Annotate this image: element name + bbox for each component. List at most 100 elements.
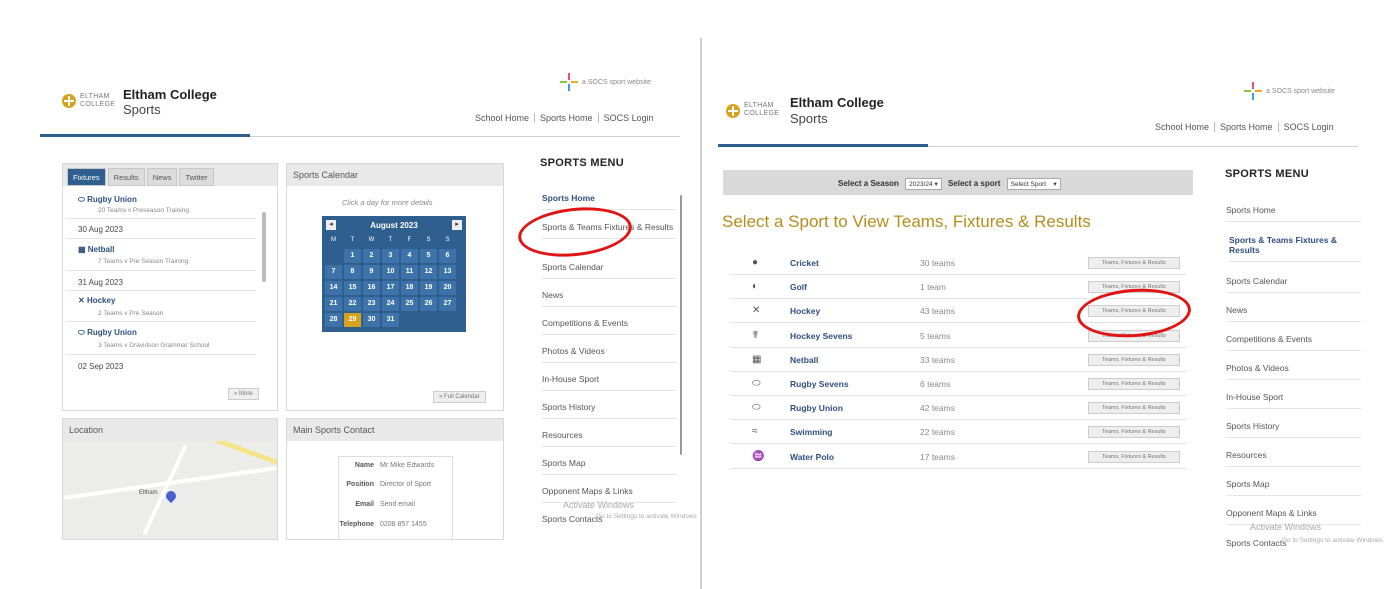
site-title[interactable]: Eltham College xyxy=(790,95,884,110)
sports-home-link[interactable]: Sports Home xyxy=(1215,122,1279,132)
next-month-icon[interactable]: ▸ xyxy=(452,220,462,230)
teams-fixtures-results-button[interactable]: Teams, Fixtures & Results xyxy=(1088,257,1180,269)
calendar-day[interactable]: 25 xyxy=(401,297,418,311)
menu-sports-map[interactable]: Sports Map xyxy=(542,458,677,475)
menu-history[interactable]: Sports History xyxy=(1226,421,1361,438)
calendar-day[interactable]: 28 xyxy=(325,313,342,327)
menu-sports-teams[interactable]: Sports & Teams Fixtures & Results xyxy=(1229,235,1361,262)
menu-sports-map[interactable]: Sports Map xyxy=(1226,479,1361,496)
socs-login-link[interactable]: SOCS Login xyxy=(599,113,659,123)
menu-in-house[interactable]: In-House Sport xyxy=(542,374,677,391)
sport-name-link[interactable]: Hockey Sevens xyxy=(790,331,852,341)
calendar-day[interactable]: 13 xyxy=(439,265,456,279)
sport-name-link[interactable]: Rugby Union xyxy=(790,403,843,413)
teams-fixtures-results-button[interactable]: Teams, Fixtures & Results xyxy=(1088,450,1180,463)
sport-name-link[interactable]: Rugby Sevens xyxy=(790,379,849,389)
calendar-day[interactable]: 8 xyxy=(344,265,361,279)
sport-name-link[interactable]: Golf xyxy=(790,282,807,292)
fixture-sport[interactable]: ⬭ Rugby Union xyxy=(78,328,137,338)
sport-name-link[interactable]: Water Polo xyxy=(790,452,834,462)
menu-news[interactable]: News xyxy=(542,290,677,307)
map-place-label: Eltham xyxy=(139,490,158,496)
calendar-day[interactable]: 4 xyxy=(401,249,418,263)
tab-fixtures[interactable]: Fixtures xyxy=(67,168,106,186)
menu-resources[interactable]: Resources xyxy=(1226,450,1361,467)
menu-sports-calendar[interactable]: Sports Calendar xyxy=(542,262,677,279)
tab-twitter[interactable]: Twitter xyxy=(179,168,214,186)
calendar-day[interactable]: 27 xyxy=(439,297,456,311)
fixture-sport[interactable]: ✕ Hockey xyxy=(78,296,115,305)
calendar-day[interactable]: 5 xyxy=(420,249,437,263)
site-title[interactable]: Eltham College xyxy=(123,87,217,102)
season-select[interactable]: 2023/24 ▾ xyxy=(905,178,942,190)
teams-fixtures-results-button[interactable]: Teams, Fixtures & Results xyxy=(1088,353,1180,366)
calendar-day[interactable]: 7 xyxy=(325,265,342,279)
prev-month-icon[interactable]: ◂ xyxy=(326,220,336,230)
sport-row: ▦ Netball 33 teams Teams, Fixtures & Result… xyxy=(730,349,1186,372)
menu-sports-calendar[interactable]: Sports Calendar xyxy=(1226,276,1361,293)
calendar-day[interactable]: 16 xyxy=(363,281,380,295)
calendar-day[interactable]: 19 xyxy=(420,281,437,295)
fixture-sport[interactable]: ⬭ Rugby Union xyxy=(78,195,137,205)
menu-photos[interactable]: Photos & Videos xyxy=(1226,363,1361,380)
teams-fixtures-results-button[interactable]: Teams, Fixtures & Results xyxy=(1088,378,1180,390)
calendar-day[interactable]: 9 xyxy=(363,265,380,279)
sport-select[interactable]: Select Sport ▾ xyxy=(1006,178,1061,190)
team-count: 6 teams xyxy=(920,379,951,389)
calendar-day[interactable]: 22 xyxy=(344,297,361,311)
school-home-link[interactable]: School Home xyxy=(470,113,536,123)
menu-history[interactable]: Sports History xyxy=(542,402,677,419)
location-map[interactable]: Eltham xyxy=(63,441,277,539)
school-home-link[interactable]: School Home xyxy=(1150,122,1216,132)
sport-row: ♒ Water Polo 17 teams Teams, Fixtures & Res… xyxy=(730,446,1186,469)
sports-home-link[interactable]: Sports Home xyxy=(535,113,599,123)
calendar-day[interactable]: 21 xyxy=(325,297,342,311)
calendar-day[interactable]: 24 xyxy=(382,297,399,311)
calendar-day[interactable]: 10 xyxy=(382,265,399,279)
fixture-divider xyxy=(66,290,256,291)
top-links: School Home Sports Home SOCS Login xyxy=(470,113,659,123)
calendar-day[interactable]: 29 xyxy=(344,313,361,327)
teams-fixtures-results-button[interactable]: Teams, Fixtures & Results xyxy=(1088,426,1180,439)
fixtures-scrollbar[interactable] xyxy=(262,212,266,282)
menu-photos[interactable]: Photos & Videos xyxy=(542,346,677,363)
calendar-day[interactable]: 18 xyxy=(401,281,418,295)
menu-competitions[interactable]: Competitions & Events xyxy=(542,318,677,335)
calendar-day[interactable]: 15 xyxy=(344,281,361,295)
socs-login-link[interactable]: SOCS Login xyxy=(1279,122,1339,132)
contact-email-link[interactable]: Send email xyxy=(380,501,415,508)
calendar-day[interactable]: 20 xyxy=(439,281,456,295)
calendar-day[interactable]: 30 xyxy=(363,313,380,327)
menu-news[interactable]: News xyxy=(1226,305,1361,322)
calendar-day[interactable]: 1 xyxy=(344,249,361,263)
page-scrollbar[interactable] xyxy=(680,195,682,455)
sport-name-link[interactable]: Netball xyxy=(790,355,818,365)
menu-resources[interactable]: Resources xyxy=(542,430,677,447)
sport-name-link[interactable]: Cricket xyxy=(790,258,819,268)
full-calendar-button[interactable]: » Full Calendar xyxy=(433,391,486,403)
calendar-day[interactable]: 17 xyxy=(382,281,399,295)
sport-name-link[interactable]: Swimming xyxy=(790,427,833,437)
calendar-day[interactable]: 12 xyxy=(420,265,437,279)
calendar-day[interactable]: 2 xyxy=(363,249,380,263)
tab-news[interactable]: News xyxy=(146,168,178,186)
calendar-day[interactable]: 11 xyxy=(401,265,418,279)
calendar-day[interactable]: 23 xyxy=(363,297,380,311)
socs-tagline[interactable]: a SOCS sport website xyxy=(582,79,651,86)
menu-sports-home[interactable]: Sports Home xyxy=(1226,205,1361,222)
socs-tagline[interactable]: a SOCS sport website xyxy=(1266,88,1335,95)
calendar-weekday: S xyxy=(426,237,431,243)
calendar-day[interactable]: 31 xyxy=(382,313,399,327)
menu-competitions[interactable]: Competitions & Events xyxy=(1226,334,1361,351)
calendar-day[interactable]: 26 xyxy=(420,297,437,311)
more-button[interactable]: » More xyxy=(228,388,259,400)
calendar-day[interactable]: 6 xyxy=(439,249,456,263)
fixture-sport[interactable]: ▦ Netball xyxy=(78,245,114,254)
calendar-day[interactable]: 14 xyxy=(325,281,342,295)
menu-in-house[interactable]: In-House Sport xyxy=(1226,392,1361,409)
calendar-day[interactable]: 3 xyxy=(382,249,399,263)
teams-fixtures-results-button[interactable]: Teams, Fixtures & Results xyxy=(1088,402,1180,415)
menu-sports-home[interactable]: Sports Home xyxy=(542,193,677,210)
tab-results[interactable]: Results xyxy=(107,168,145,186)
sport-name-link[interactable]: Hockey xyxy=(790,306,820,316)
